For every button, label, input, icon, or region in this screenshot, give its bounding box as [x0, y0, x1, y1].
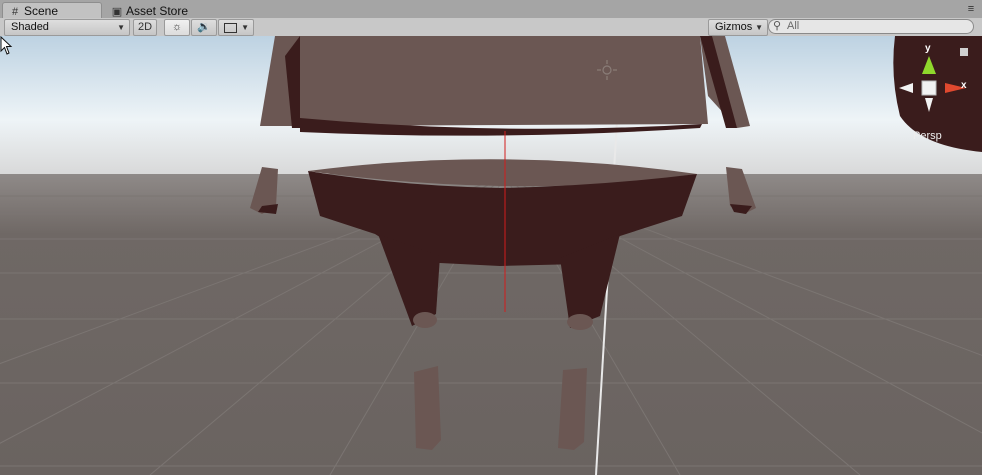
gizmo-y-label: y [925, 43, 931, 54]
draw-mode-dropdown[interactable]: Shaded ▼ [4, 19, 130, 36]
search-icon: ⚲ [773, 20, 782, 32]
mouse-cursor-icon [0, 36, 13, 55]
draw-mode-label: Shaded [11, 21, 49, 33]
effects-dropdown[interactable]: ▼ [218, 19, 254, 36]
search-placeholder: All [787, 20, 800, 32]
audio-toggle-button[interactable]: 🔉 [191, 19, 217, 36]
image-icon [224, 23, 237, 33]
projection-label[interactable]: Persp [913, 130, 942, 142]
tab-scene[interactable]: # Scene [2, 2, 102, 19]
2d-label: 2D [137, 21, 153, 33]
tab-asset-store[interactable]: ▣ Asset Store [104, 2, 206, 19]
speaker-icon: 🔉 [197, 21, 211, 33]
gizmos-dropdown[interactable]: Gizmos ▼ [708, 19, 768, 36]
scene-render [0, 36, 982, 475]
chevron-down-icon: ▼ [755, 23, 763, 32]
2d-toggle-button[interactable]: 2D [133, 19, 157, 36]
chevron-down-icon: ▼ [117, 23, 125, 32]
chevron-down-icon: ▼ [241, 23, 249, 32]
tab-scene-label: Scene [24, 4, 59, 18]
scene-toolbar: Shaded ▼ 2D ☼ 🔉 ▼ Gizmos ▼ ⚲ All [0, 18, 982, 37]
gizmos-label: Gizmos [715, 21, 753, 33]
search-input[interactable]: ⚲ All [768, 19, 974, 34]
gizmo-x-label: x [961, 80, 967, 91]
tab-asset-store-label: Asset Store [126, 4, 189, 18]
scene-viewport[interactable]: y x Persp [0, 36, 982, 475]
lighting-toggle-button[interactable]: ☼ [164, 19, 190, 36]
sun-icon: ☼ [171, 21, 183, 33]
tab-menu-icon[interactable]: ≡ [964, 3, 978, 15]
tab-bar: # Scene ▣ Asset Store ≡ [0, 0, 982, 19]
upper-body-model [260, 36, 750, 136]
